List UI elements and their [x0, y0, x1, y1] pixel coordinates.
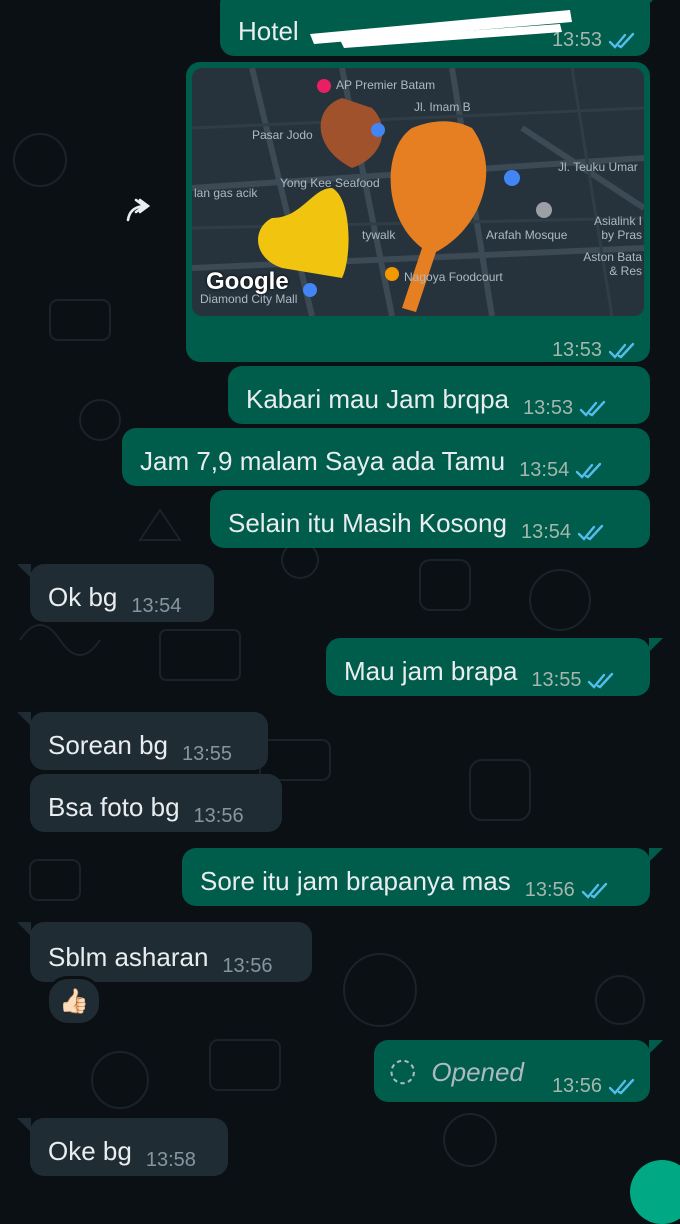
map-label: Yong Kee Seafood	[280, 176, 380, 190]
redaction-scribble	[310, 10, 572, 48]
message-time: 13:56	[222, 955, 273, 977]
message-text: Mau jam brapa	[344, 656, 518, 686]
message-bubble-outgoing[interactable]: Mau jam brapa 13:55	[326, 638, 663, 696]
message-bubble-incoming[interactable]: Sblm asharan 13:56	[17, 922, 312, 982]
view-once-status: Opened	[431, 1056, 524, 1087]
message-bubble-incoming[interactable]: Oke bg 13:58	[17, 1118, 228, 1176]
forward-icon[interactable]	[124, 196, 162, 226]
map-label: Nagoya Foodcourt	[404, 270, 503, 284]
message-time: 13:56	[193, 805, 244, 827]
message-text: Jam 7,9 malam Saya ada Tamu	[140, 446, 506, 476]
message-bubble-outgoing[interactable]: Selain itu Masih Kosong 13:54	[210, 490, 650, 548]
message-meta: 13:56	[222, 955, 272, 978]
view-once-icon	[390, 1059, 415, 1085]
message-time: 13:56	[524, 879, 575, 901]
location-message-bubble[interactable]: AP Premier Batam Jl. Imam B Pasar Jodo Y…	[186, 62, 650, 362]
message-meta: 13:53	[523, 397, 607, 420]
message-time: 13:54	[519, 459, 570, 481]
message-time: 13:58	[145, 1149, 196, 1171]
read-ticks-icon	[576, 462, 602, 479]
message-bubble-outgoing[interactable]: Sore itu jam brapanya mas 13:56	[182, 848, 663, 906]
map-label: Aston Bata & Res	[583, 250, 642, 278]
map-label: Pasar Jodo	[252, 128, 313, 142]
map-label: AP Premier Batam	[336, 78, 436, 92]
map-label: Asialink I by Pras	[593, 214, 642, 242]
read-ticks-icon	[581, 882, 607, 899]
message-meta: 13:56	[552, 1075, 636, 1098]
message-time: 13:53	[551, 339, 602, 361]
message-time: 13:54	[520, 521, 572, 543]
thumbs-up-reaction[interactable]: 👍🏻	[46, 976, 102, 1026]
read-ticks-icon	[608, 342, 635, 359]
read-ticks-icon	[608, 32, 635, 49]
message-text: Ok bg	[48, 582, 118, 612]
google-logo: Google	[206, 268, 289, 295]
message-bubble-outgoing[interactable]: Jam 7,9 malam Saya ada Tamu 13:54	[122, 428, 650, 486]
read-ticks-icon	[577, 524, 604, 541]
message-meta: 13:54	[131, 595, 181, 618]
message-meta: 13:55	[182, 743, 232, 766]
message-meta: 13:53	[552, 339, 636, 362]
message-time: 13:55	[531, 669, 582, 691]
read-ticks-icon	[588, 672, 614, 689]
message-text: Selain itu Masih Kosong	[228, 508, 507, 538]
message-meta: 13:55	[531, 669, 615, 692]
message-bubble-incoming[interactable]: Bsa foto bg 13:56	[30, 774, 282, 832]
message-bubble-incoming[interactable]: Sorean bg 13:55	[17, 712, 268, 770]
message-meta: 13:54	[519, 459, 603, 482]
message-meta: 13:56	[194, 805, 244, 828]
map-label: tywalk	[362, 228, 396, 242]
map-label: Arafah Mosque	[486, 228, 568, 242]
map-label: Jl. Imam B	[414, 100, 471, 114]
message-text: Hotel	[238, 16, 299, 46]
message-bubble-incoming[interactable]: Ok bg 13:54	[17, 564, 214, 622]
floating-action-button[interactable]	[630, 1160, 680, 1224]
message-text: Kabari mau Jam brqpa	[246, 384, 510, 414]
message-time: 13:54	[131, 595, 182, 617]
message-meta: 13:54	[521, 521, 605, 544]
message-meta: 13:56	[525, 879, 609, 902]
read-ticks-icon	[579, 400, 606, 417]
view-once-message-bubble[interactable]: Opened 13:56	[374, 1040, 663, 1102]
message-time: 13:56	[551, 1075, 602, 1097]
message-time: 13:53	[523, 397, 574, 419]
message-text: Sblm asharan	[48, 942, 209, 972]
message-meta: 13:58	[146, 1149, 196, 1172]
message-text: Bsa foto bg	[48, 792, 180, 822]
message-text: Oke bg	[48, 1136, 132, 1166]
message-time: 13:55	[181, 743, 233, 765]
read-ticks-icon	[608, 1078, 635, 1095]
message-bubble-outgoing[interactable]: Kabari mau Jam brqpa 13:53	[228, 366, 650, 424]
message-text: Sorean bg	[48, 730, 168, 760]
reaction-emoji: 👍🏻	[59, 987, 89, 1015]
location-map[interactable]: AP Premier Batam Jl. Imam B Pasar Jodo Y…	[192, 68, 644, 316]
message-text: Sore itu jam brapanya mas	[200, 866, 511, 896]
map-label: Jl. Teuku Umar	[558, 160, 638, 174]
map-label: lan gas acik	[194, 186, 258, 200]
